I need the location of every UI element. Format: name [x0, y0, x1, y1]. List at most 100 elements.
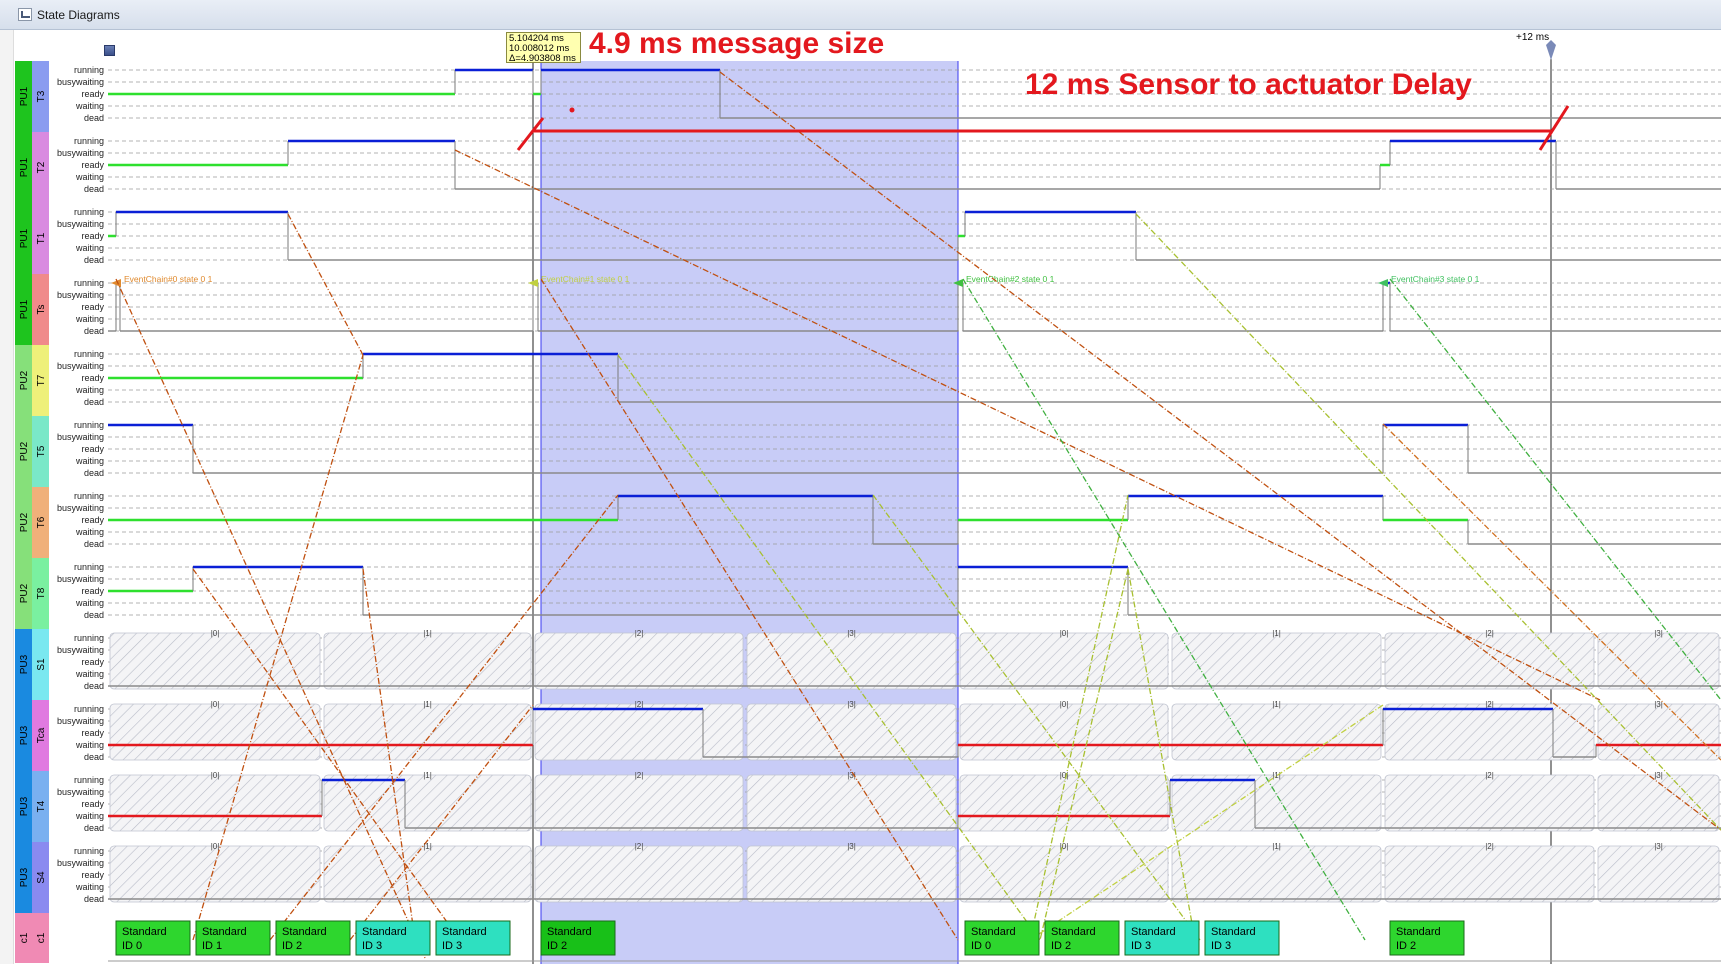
annotation-dot: [569, 107, 575, 113]
period-box: [534, 703, 744, 761]
message-id: ID 0: [971, 940, 991, 952]
task-label: Tca: [36, 727, 47, 743]
state-label-ready: ready: [81, 799, 104, 809]
state-label-dead: dead: [84, 752, 104, 762]
period-label: |2|: [1485, 842, 1494, 851]
period-box: [959, 632, 1169, 690]
state-label-waiting: waiting: [75, 882, 104, 892]
bus-message[interactable]: Standard ID 3: [435, 920, 511, 956]
state-label-waiting: waiting: [75, 527, 104, 537]
causality-arrow: [287, 213, 364, 356]
state-label-running: running: [74, 562, 104, 572]
state-label-waiting: waiting: [75, 385, 104, 395]
state-label-busywaiting: busywaiting: [57, 716, 104, 726]
message-type: Standard: [1396, 926, 1441, 938]
message-id: ID 2: [1051, 940, 1071, 952]
bus-message[interactable]: Standard ID 3: [355, 920, 431, 956]
period-label: |2|: [1485, 700, 1494, 709]
state-label-busywaiting: busywaiting: [57, 219, 104, 229]
delay-annotation: 12 ms Sensor to actuator Delay: [1025, 68, 1472, 101]
task-label: T6: [36, 516, 47, 528]
period-box: [746, 845, 957, 903]
state-label-running: running: [74, 420, 104, 430]
causality-arrow: [962, 278, 1366, 941]
period-label: |2|: [635, 842, 644, 851]
period-label: |0|: [211, 629, 220, 638]
task-label: T3: [36, 90, 47, 102]
task-label: T1: [36, 232, 47, 244]
bus-message[interactable]: Standard ID 2: [1389, 920, 1465, 956]
state-label-dead: dead: [84, 397, 104, 407]
state-label-running: running: [74, 278, 104, 288]
message-id: ID 3: [362, 940, 382, 952]
time-marker-label: +12 ms: [1516, 32, 1550, 43]
message-id: ID 2: [282, 940, 302, 952]
message-type: Standard: [442, 926, 487, 938]
period-label: |3|: [847, 842, 856, 851]
bus-message[interactable]: Standard ID 2: [540, 920, 616, 956]
state-diagram-canvas[interactable]: PU1 T3 running busywaiting ready waiting dead P…: [0, 0, 1721, 964]
state-label-dead: dead: [84, 468, 104, 478]
pu-label: PU2: [19, 512, 30, 532]
message-type: Standard: [971, 926, 1016, 938]
period-box: [1597, 703, 1720, 761]
message-id: ID 1: [202, 940, 222, 952]
bus-message[interactable]: Standard ID 0: [964, 920, 1040, 956]
bus-message[interactable]: Standard ID 2: [275, 920, 351, 956]
task-label: T7: [36, 374, 47, 386]
period-box: [959, 703, 1169, 761]
period-box: [109, 632, 321, 690]
message-id: ID 3: [442, 940, 462, 952]
bus-message[interactable]: Standard ID 2: [1044, 920, 1120, 956]
state-label-running: running: [74, 846, 104, 856]
state-label-ready: ready: [81, 657, 104, 667]
pu-label: PU1: [19, 299, 30, 319]
bus-message[interactable]: Standard ID 0: [115, 920, 191, 956]
state-label-ready: ready: [81, 586, 104, 596]
state-label-dead: dead: [84, 823, 104, 833]
pu-label: PU3: [19, 654, 30, 674]
period-label: |0|: [1060, 700, 1069, 709]
task-label: T2: [36, 161, 47, 173]
period-box: [534, 774, 744, 832]
state-label-running: running: [74, 633, 104, 643]
message-type: Standard: [362, 926, 407, 938]
state-label-dead: dead: [84, 113, 104, 123]
state-label-waiting: waiting: [75, 101, 104, 111]
bus-message[interactable]: Standard ID 1: [195, 920, 271, 956]
delay-end-tick: [1538, 105, 1570, 151]
period-label: |2|: [635, 700, 644, 709]
state-label-dead: dead: [84, 184, 104, 194]
message-type: Standard: [282, 926, 327, 938]
message-id: ID 2: [1396, 940, 1416, 952]
period-label: |0|: [1060, 629, 1069, 638]
state-label-running: running: [74, 775, 104, 785]
state-label-dead: dead: [84, 326, 104, 336]
state-label-busywaiting: busywaiting: [57, 432, 104, 442]
state-label-dead: dead: [84, 894, 104, 904]
period-label: |3|: [1654, 629, 1663, 638]
message-type: Standard: [122, 926, 167, 938]
period-box: [1384, 845, 1595, 903]
pu-label: PU3: [19, 867, 30, 887]
task-label: c1: [36, 932, 47, 943]
row-c1: c1 c1: [15, 913, 49, 963]
period-label: |3|: [847, 629, 856, 638]
cursor-delta-time: Δ=4.903808 ms: [509, 53, 576, 64]
task-label: T4: [36, 800, 47, 812]
state-label-running: running: [74, 704, 104, 714]
message-type: Standard: [202, 926, 247, 938]
state-label-ready: ready: [81, 89, 104, 99]
bus-message[interactable]: Standard ID 3: [1124, 920, 1200, 956]
state-label-ready: ready: [81, 373, 104, 383]
period-label: |0|: [211, 700, 220, 709]
bus-message[interactable]: Standard ID 3: [1204, 920, 1280, 956]
state-label-waiting: waiting: [75, 314, 104, 324]
period-label: |3|: [1654, 771, 1663, 780]
period-label: |1|: [1272, 629, 1281, 638]
period-label: |2|: [1485, 629, 1494, 638]
state-label-waiting: waiting: [75, 669, 104, 679]
period-label: |1|: [1272, 700, 1281, 709]
period-box: [109, 845, 321, 903]
state-label-ready: ready: [81, 231, 104, 241]
